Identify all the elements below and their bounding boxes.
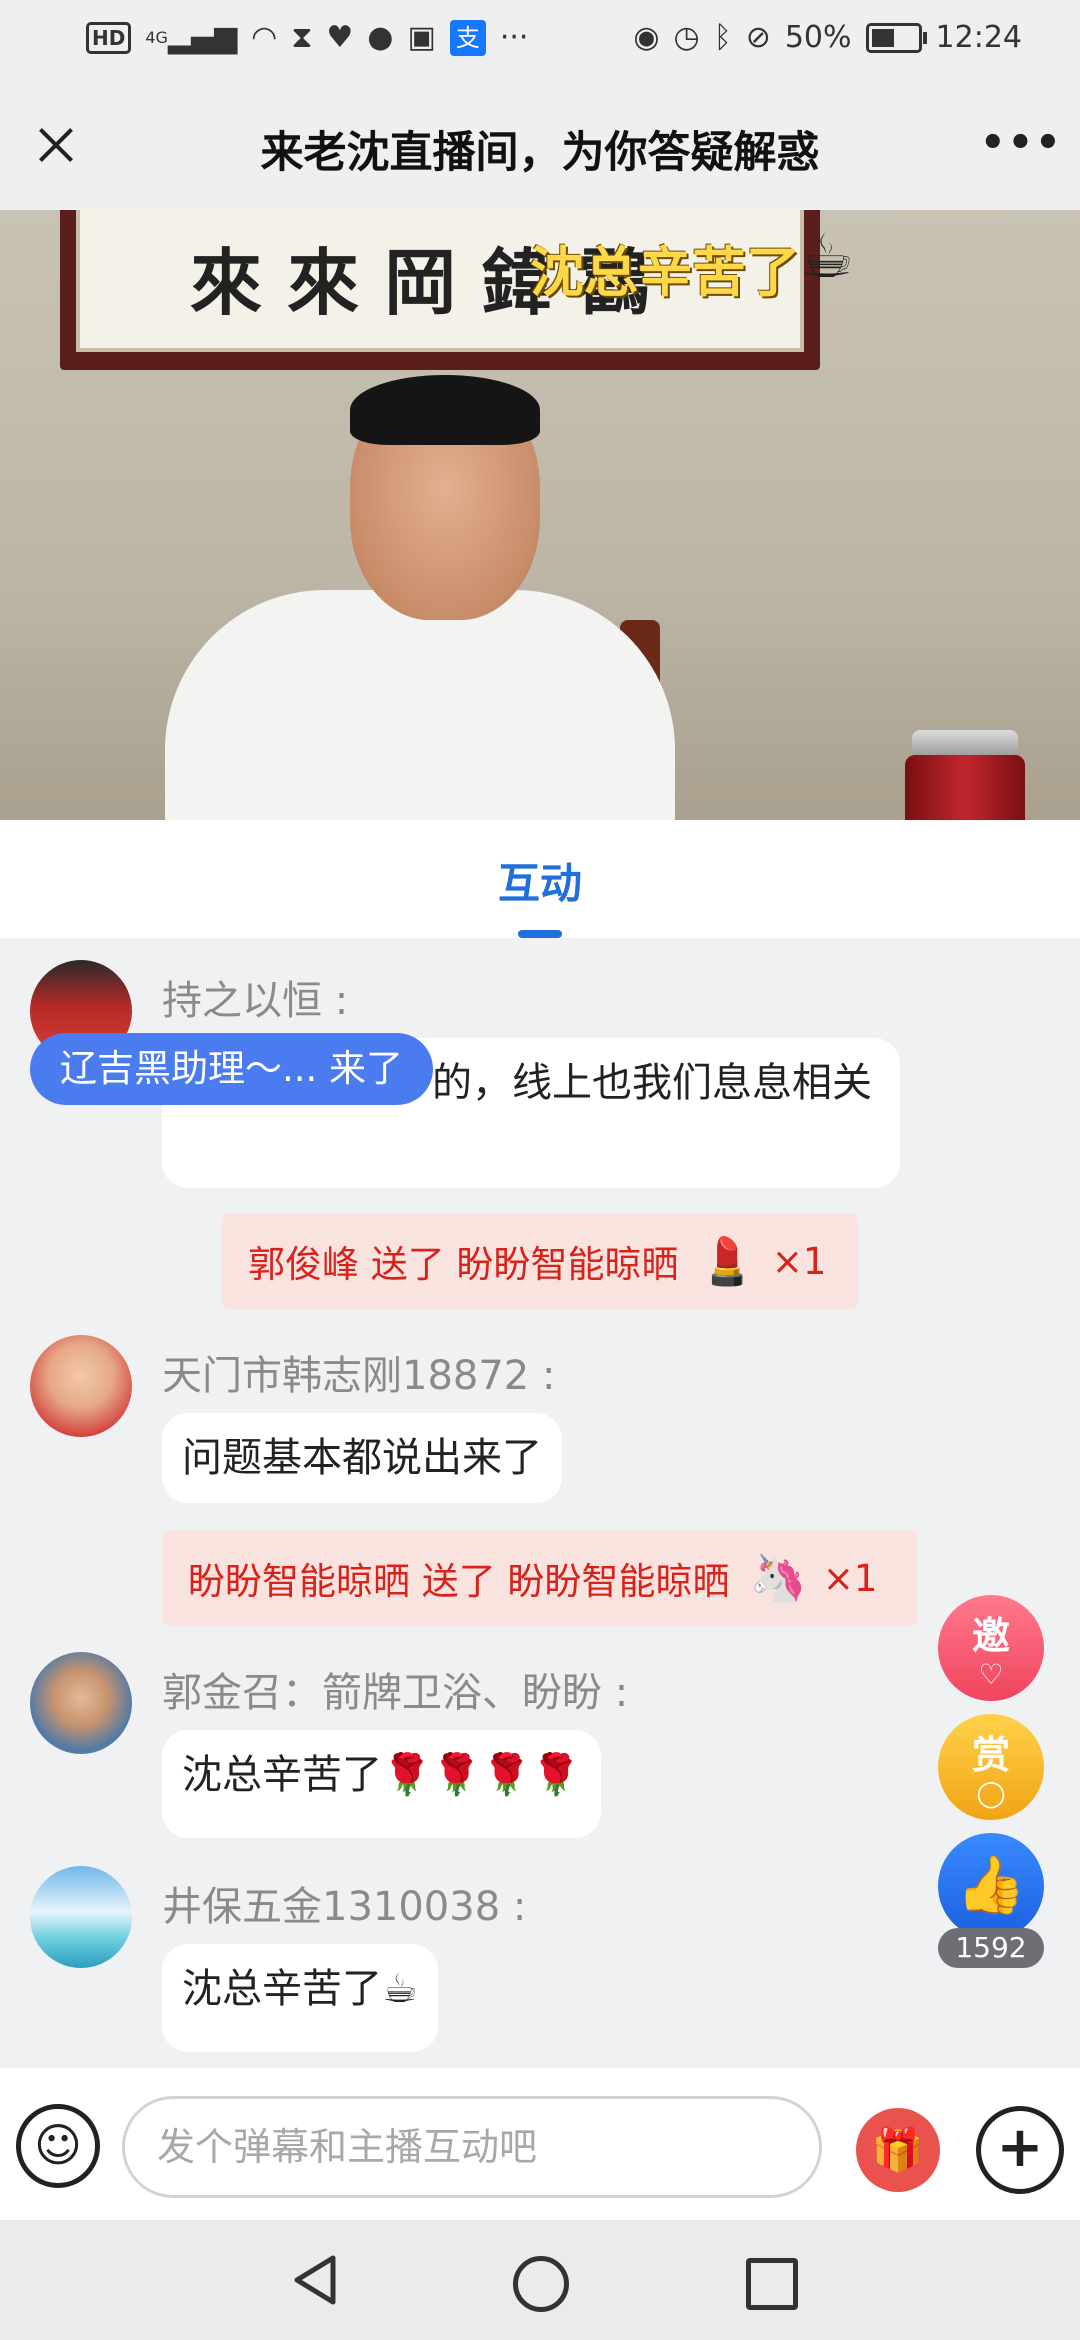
- close-icon[interactable]: [28, 110, 98, 180]
- live-video-player[interactable]: 來 來 岡 鍏 鸖 沈总辛苦了 ☕: [0, 210, 1080, 820]
- gift-count: ×1: [771, 1239, 827, 1283]
- join-notice: 辽吉黑助理～... 来了: [30, 1033, 434, 1105]
- reward-button[interactable]: 赏 ◯: [938, 1714, 1044, 1820]
- reward-label: 赏: [971, 1733, 1010, 1777]
- comment-bar: ☺ 发个弹幕和主播互动吧 🎁 +: [0, 2068, 1080, 2220]
- like-button[interactable]: 👍: [938, 1833, 1044, 1939]
- eye-icon: ◉: [633, 20, 660, 55]
- chat-list[interactable]: 持之以恒 : 辽吉黑助理～... 来了 的，线上也我们息息相关 郭俊峰 送了 盼…: [0, 938, 1080, 2068]
- danmaku-input[interactable]: 发个弹幕和主播互动吧: [122, 2096, 822, 2198]
- chat-icon: ●: [367, 20, 394, 55]
- tab-active-indicator: [518, 930, 562, 938]
- page-title: 来老沈直播间，为你答疑解惑: [260, 128, 820, 178]
- presenter-body: [165, 590, 675, 820]
- hourglass-icon: ⧗: [291, 20, 313, 55]
- wifi-icon: ◠: [251, 20, 278, 55]
- clock: 12:24: [935, 20, 1022, 55]
- gift-count: ×1: [822, 1556, 878, 1600]
- tab-bar: 互动: [0, 820, 1080, 938]
- chat-text: 的，线上也我们息息相关: [432, 1060, 872, 1106]
- plus-icon[interactable]: +: [976, 2106, 1064, 2194]
- video-overlay-text: 沈总辛苦了: [530, 241, 800, 304]
- chat-text: 沈总辛苦了🌹🌹🌹🌹: [182, 1752, 582, 1798]
- sender-name: 井保五金1310038 :: [162, 1884, 527, 1930]
- alarm-icon: ◷: [673, 20, 700, 55]
- thermos: [905, 755, 1025, 820]
- chat-bubble: 问题基本都说出来了: [162, 1413, 562, 1503]
- chat-bubble: 沈总辛苦了☕: [162, 1944, 438, 2052]
- thumbs-up-icon: 👍: [956, 1853, 1026, 1918]
- system-nav-bar: [0, 2220, 1080, 2340]
- invite-label: 邀: [971, 1614, 1010, 1658]
- lipstick-gift-icon: 💄: [698, 1233, 756, 1288]
- avatar[interactable]: [30, 1335, 132, 1437]
- unicorn-gift-icon: 🦄: [749, 1550, 807, 1605]
- gift-text: 盼盼智能晾晒 送了 盼盼智能晾晒: [188, 1560, 730, 1603]
- calendar-icon: ▣: [407, 20, 436, 55]
- more-notifications-icon: ···: [499, 20, 529, 55]
- coin-icon: ◯: [976, 1779, 1006, 1809]
- avatar[interactable]: [30, 1866, 132, 1968]
- chat-text: 问题基本都说出来了: [182, 1435, 542, 1481]
- bluetooth-icon: ᛒ: [713, 20, 732, 55]
- presenter-hair: [350, 375, 540, 445]
- sender-name: 天门市韩志刚18872 :: [162, 1353, 556, 1399]
- avatar[interactable]: [30, 1652, 132, 1754]
- chat-bubble: 沈总辛苦了🌹🌹🌹🌹: [162, 1730, 602, 1838]
- tab-interaction[interactable]: 互动: [0, 850, 1080, 911]
- emoji-icon[interactable]: ☺: [16, 2104, 100, 2188]
- more-menu-button[interactable]: •••: [980, 118, 1061, 168]
- gift-icon[interactable]: 🎁: [856, 2108, 940, 2192]
- gift-notice: 郭俊峰 送了 盼盼智能晾晒 💄 ×1: [222, 1213, 858, 1309]
- gift-notice: 盼盼智能晾晒 送了 盼盼智能晾晒 🦄 ×1: [162, 1530, 918, 1626]
- alipay-icon: 支: [449, 20, 486, 56]
- chat-text: 沈总辛苦了☕: [182, 1966, 418, 2012]
- title-bar: 来老沈直播间，为你答疑解惑 •••: [0, 80, 1080, 210]
- sender-name: 郭金召：箭牌卫浴、盼盼 :: [162, 1670, 629, 1716]
- battery-icon: [865, 23, 927, 53]
- status-right-icons: ◉ ◷ ᛒ ⊘ 50% 12:24: [633, 18, 1022, 58]
- heart-icon: ♡: [978, 1658, 1004, 1691]
- battery-fill: [871, 29, 894, 47]
- coffee-icon: ☕: [800, 222, 854, 292]
- signal-icon: 4G▂▄▆: [145, 20, 238, 55]
- recent-apps-icon[interactable]: [746, 2258, 798, 2310]
- battery-percent: 50%: [784, 20, 852, 55]
- status-left-icons: HD 4G▂▄▆ ◠ ⧗ ♥ ● ▣ 支 ···: [86, 18, 528, 58]
- gift-text: 郭俊峰 送了 盼盼智能晾晒: [248, 1243, 679, 1286]
- heart-icon: ♥: [326, 20, 354, 55]
- sender-name: 持之以恒 :: [162, 978, 349, 1024]
- status-bar: HD 4G▂▄▆ ◠ ⧗ ♥ ● ▣ 支 ··· ◉ ◷ ᛒ ⊘ 50% 12:…: [0, 0, 1080, 80]
- mute-icon: ⊘: [745, 20, 771, 55]
- back-icon[interactable]: [285, 2250, 345, 2310]
- hd-badge: HD: [86, 22, 132, 54]
- invite-button[interactable]: 邀 ♡: [938, 1595, 1044, 1701]
- home-icon[interactable]: [513, 2256, 569, 2312]
- like-count: 1592: [938, 1928, 1044, 1968]
